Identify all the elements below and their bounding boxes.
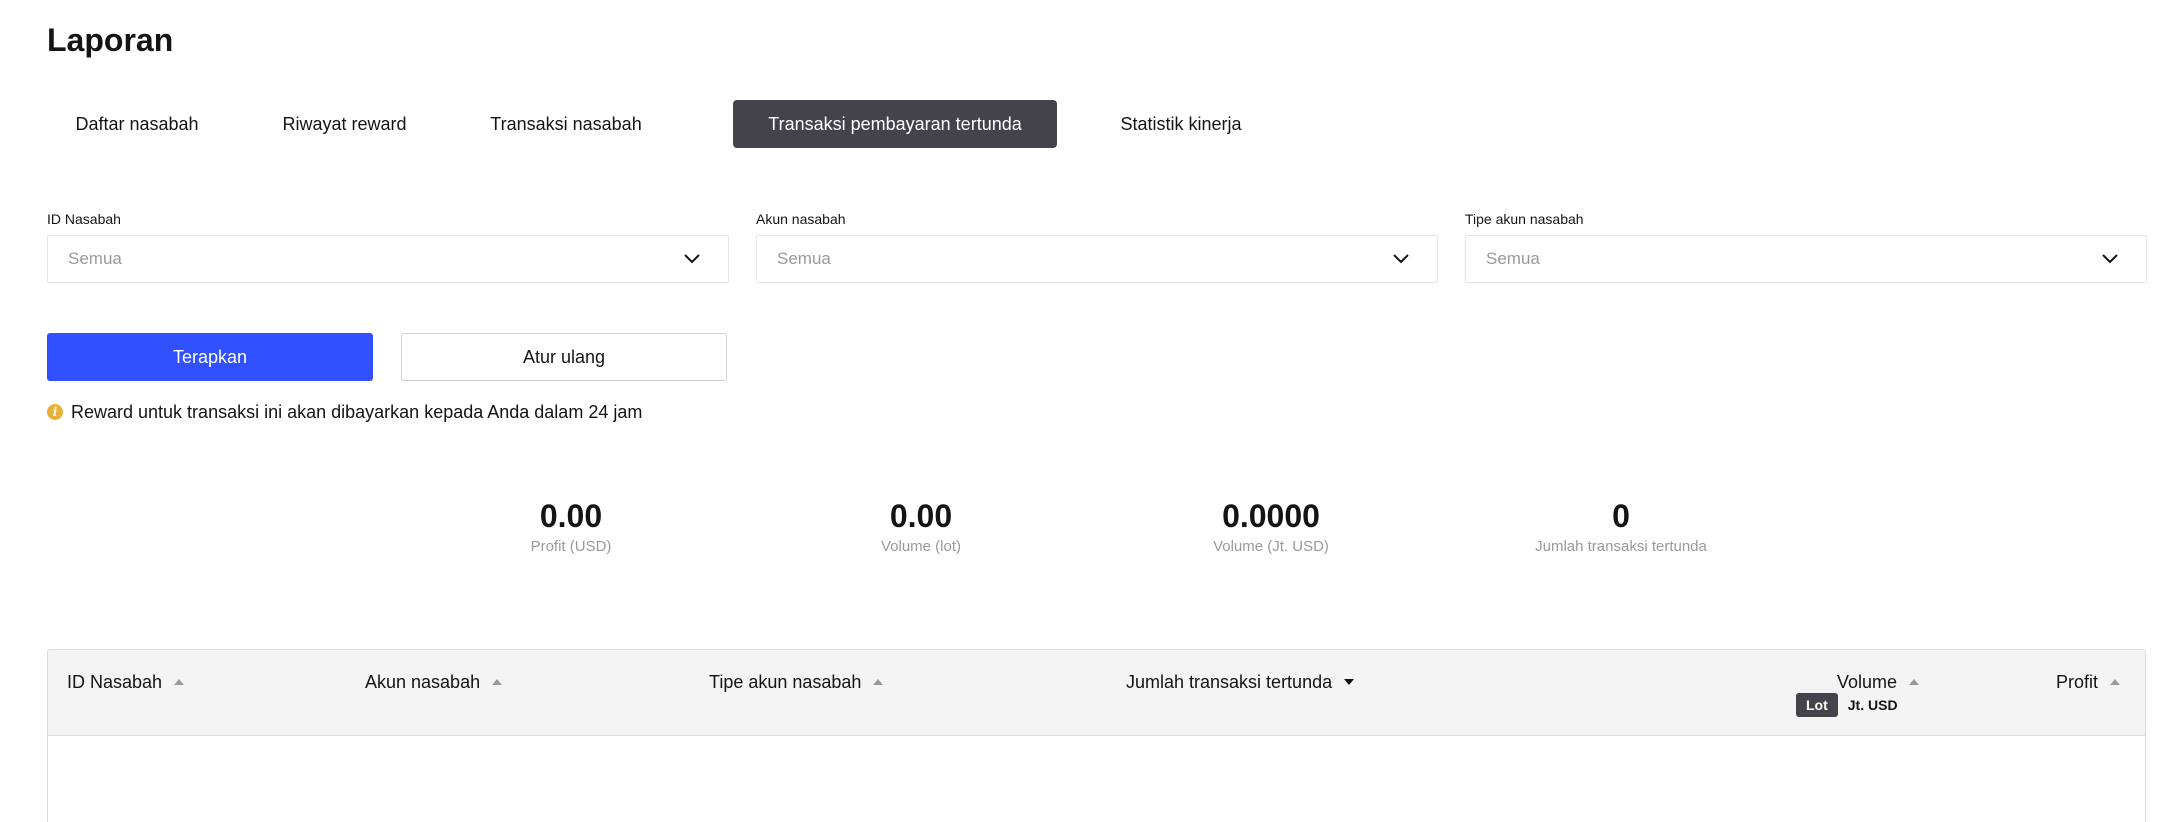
column-label: Akun nasabah: [365, 671, 481, 692]
reports-page: Laporan Daftar nasabah Riwayat reward Tr…: [0, 0, 2160, 822]
column-label: Tipe akun nasabah: [709, 671, 862, 692]
sort-asc-icon: [492, 679, 503, 685]
filter-label: Akun nasabah: [756, 211, 846, 227]
stat-pending-count: 0 Jumlah transaksi tertunda: [1471, 496, 1771, 556]
sort-desc-icon: [1344, 679, 1355, 685]
stat-label: Volume (lot): [880, 538, 962, 555]
sort-asc-icon: [1909, 679, 1920, 685]
tab-statistik-kinerja[interactable]: Statistik kinerja: [1096, 100, 1266, 148]
unit-musd-button[interactable]: Jt. USD: [1838, 693, 1908, 717]
table-body: [48, 736, 2145, 822]
filter-label: Tipe akun nasabah: [1465, 211, 1584, 227]
column-header-volume[interactable]: Volume: [1837, 670, 1920, 694]
reset-button[interactable]: Atur ulang: [401, 333, 727, 381]
sort-asc-icon: [2110, 679, 2121, 685]
stat-value: 0: [1612, 498, 1630, 534]
sort-asc-icon: [873, 679, 884, 685]
filter-client-id: ID Nasabah Semua: [47, 209, 729, 283]
stat-volume-lot: 0.00 Volume (lot): [771, 496, 1071, 556]
filter-label: ID Nasabah: [47, 211, 121, 227]
column-header-account-type[interactable]: Tipe akun nasabah: [709, 670, 884, 694]
notice-text: Reward untuk transaksi ini akan dibayark…: [71, 401, 643, 422]
client-account-select[interactable]: Semua: [756, 235, 1438, 283]
tab-daftar-nasabah[interactable]: Daftar nasabah: [46, 100, 228, 148]
payout-notice: i Reward untuk transaksi ini akan dibaya…: [47, 400, 642, 424]
tab-transaksi-nasabah[interactable]: Transaksi nasabah: [461, 100, 671, 148]
pending-transactions-table: ID Nasabah Akun nasabah Tipe akun nasaba…: [47, 649, 2146, 822]
stat-value: 0.00: [889, 498, 953, 534]
sort-asc-icon: [174, 679, 185, 685]
client-account-type-select[interactable]: Semua: [1465, 235, 2147, 283]
table-header: ID Nasabah Akun nasabah Tipe akun nasaba…: [48, 650, 2145, 736]
stat-volume-musd: 0.0000 Volume (Jt. USD): [1121, 496, 1421, 556]
select-value: Semua: [68, 249, 122, 268]
column-label: Profit: [2056, 671, 2099, 692]
column-header-profit[interactable]: Profit: [2056, 670, 2121, 694]
stat-value: 0.00: [539, 498, 603, 534]
client-id-select[interactable]: Semua: [47, 235, 729, 283]
tab-transaksi-pembayaran-tertunda[interactable]: Transaksi pembayaran tertunda: [733, 100, 1057, 148]
column-label: Volume: [1837, 671, 1898, 692]
stat-profit: 0.00 Profit (USD): [421, 496, 721, 556]
column-label: Jumlah transaksi tertunda: [1126, 671, 1333, 692]
apply-button[interactable]: Terapkan: [47, 333, 373, 381]
page-title: Laporan: [47, 22, 174, 58]
chevron-down-icon: [684, 254, 700, 264]
column-header-client-account[interactable]: Akun nasabah: [365, 670, 503, 694]
stat-label: Profit (USD): [530, 538, 612, 555]
stat-label: Volume (Jt. USD): [1213, 538, 1329, 555]
tab-riwayat-reward[interactable]: Riwayat reward: [267, 100, 422, 148]
column-header-client-id[interactable]: ID Nasabah: [67, 670, 185, 694]
column-label: ID Nasabah: [67, 671, 163, 692]
select-value: Semua: [1486, 249, 1540, 268]
stat-value: 0.0000: [1222, 498, 1320, 534]
column-header-pending-count[interactable]: Jumlah transaksi tertunda: [1126, 670, 1355, 694]
stat-label: Jumlah transaksi tertunda: [1535, 538, 1707, 555]
unit-lot-button[interactable]: Lot: [1796, 693, 1838, 717]
filter-client-account: Akun nasabah Semua: [756, 209, 1438, 283]
chevron-down-icon: [1393, 254, 1409, 264]
chevron-down-icon: [2102, 254, 2118, 264]
select-value: Semua: [777, 249, 831, 268]
volume-unit-toggle: Lot Jt. USD: [1796, 693, 1908, 717]
filter-client-account-type: Tipe akun nasabah Semua: [1465, 209, 2147, 283]
info-icon: i: [47, 404, 63, 420]
